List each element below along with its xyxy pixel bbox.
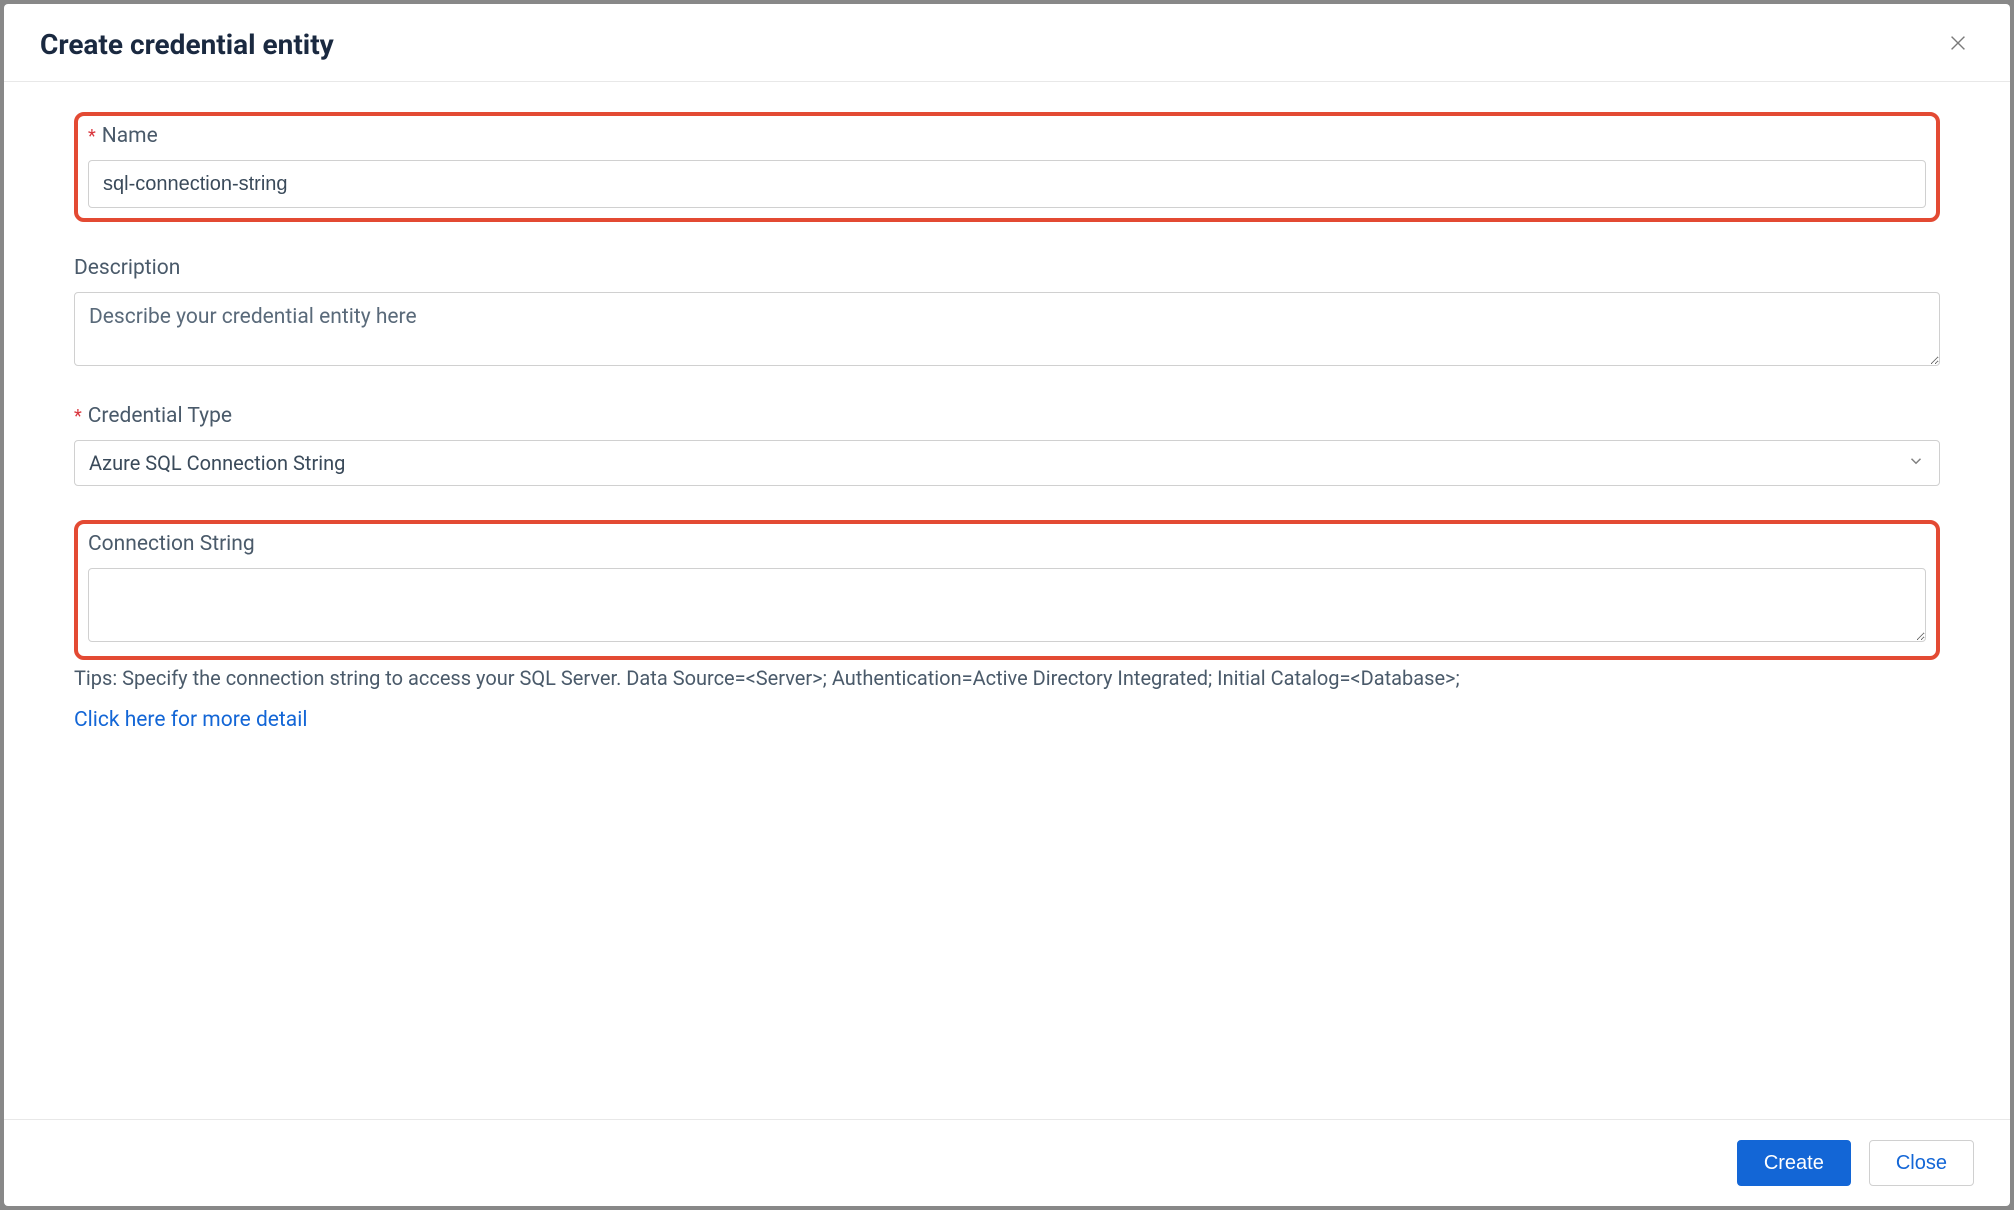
credential-type-label: Credential Type bbox=[74, 404, 1940, 428]
description-label: Description bbox=[74, 256, 1940, 280]
connection-string-label: Connection String bbox=[88, 532, 1926, 556]
modal-header: Create credential entity bbox=[4, 4, 2010, 82]
close-button[interactable]: Close bbox=[1869, 1140, 1974, 1186]
close-icon bbox=[1947, 32, 1969, 58]
credential-type-select[interactable]: Azure SQL Connection String bbox=[74, 440, 1940, 486]
name-label: Name bbox=[88, 124, 1926, 148]
close-icon-button[interactable] bbox=[1942, 29, 1974, 61]
highlight-name-section: Name bbox=[74, 112, 1940, 222]
connection-string-field-group: Connection String bbox=[88, 532, 1926, 646]
chevron-down-icon bbox=[1907, 451, 1925, 475]
name-input[interactable] bbox=[88, 160, 1926, 208]
tips-text: Tips: Specify the connection string to a… bbox=[74, 666, 1940, 690]
description-input[interactable] bbox=[74, 292, 1940, 366]
modal-footer: Create Close bbox=[4, 1119, 2010, 1206]
modal-body: Name Description Credential Type Azure S… bbox=[4, 82, 2010, 1119]
credential-type-field-group: Credential Type Azure SQL Connection Str… bbox=[74, 404, 1940, 486]
create-credential-modal: Create credential entity Name Descriptio… bbox=[4, 4, 2010, 1206]
more-detail-link[interactable]: Click here for more detail bbox=[74, 708, 307, 732]
description-field-group: Description bbox=[74, 256, 1940, 370]
credential-type-selected-value: Azure SQL Connection String bbox=[89, 451, 345, 475]
name-field-group: Name bbox=[88, 124, 1926, 208]
highlight-connection-section: Connection String bbox=[74, 520, 1940, 660]
modal-title: Create credential entity bbox=[40, 28, 334, 61]
create-button[interactable]: Create bbox=[1737, 1140, 1851, 1186]
connection-string-input[interactable] bbox=[88, 568, 1926, 642]
